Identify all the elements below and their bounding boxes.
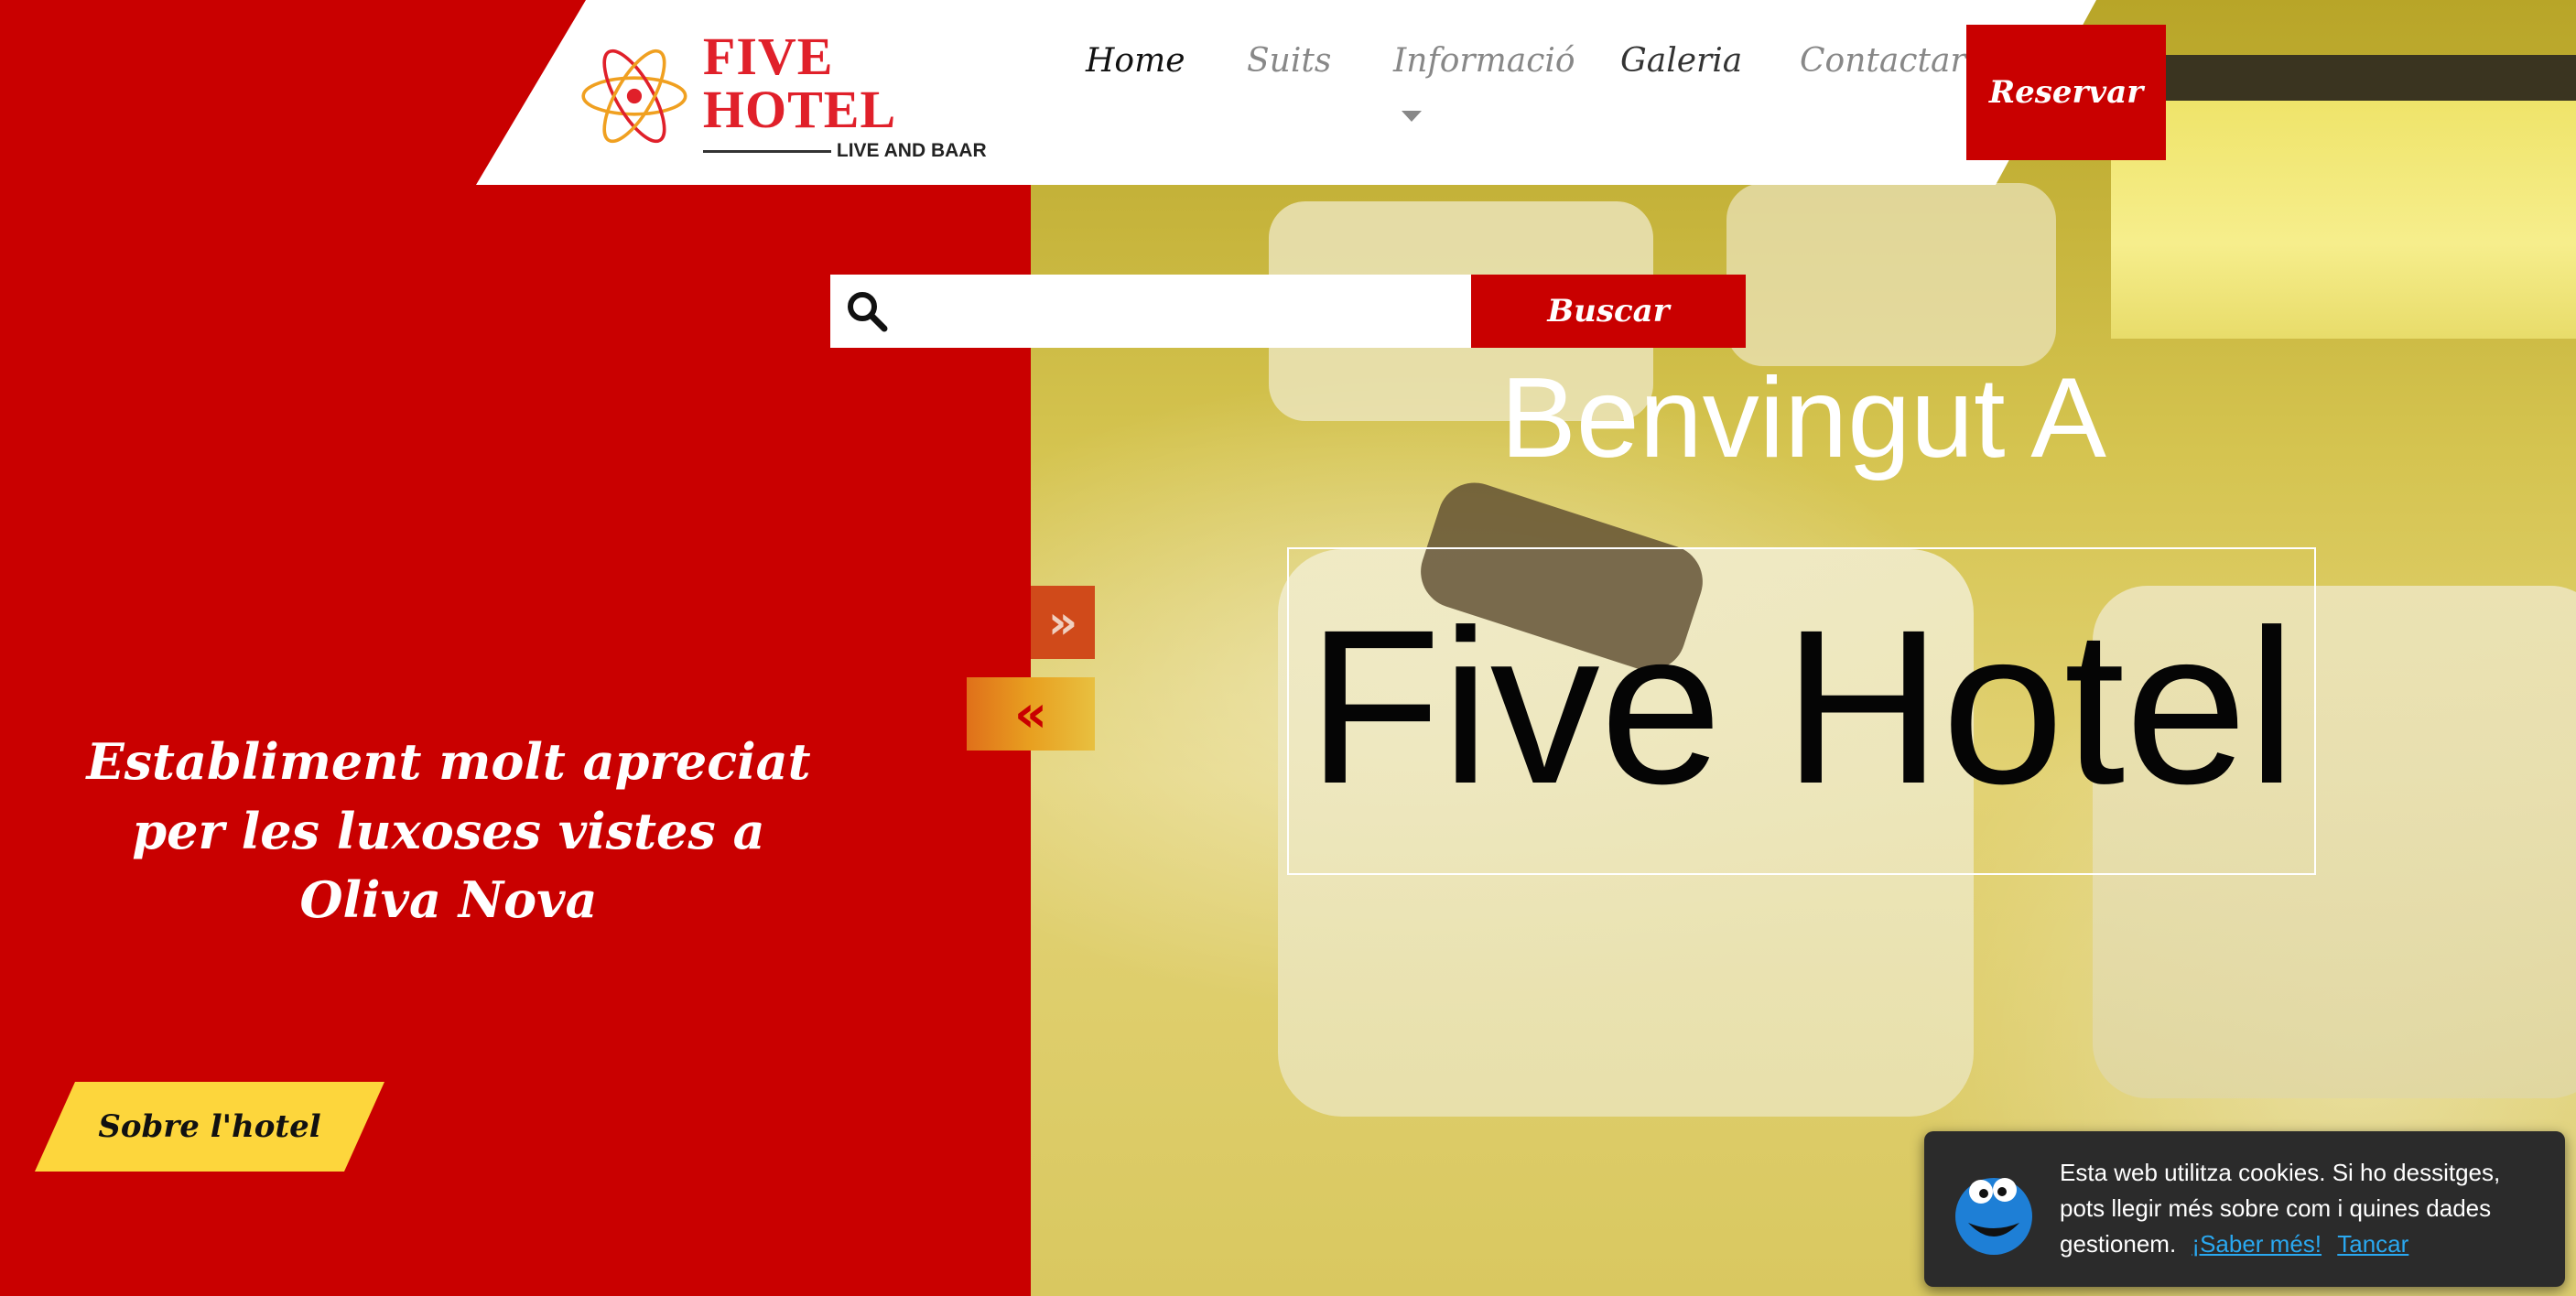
search-box (830, 275, 1471, 348)
bar-counter (2111, 101, 2576, 339)
nav-item-informacio[interactable]: Informació (1393, 42, 1575, 80)
nav-item-home[interactable]: Home (1086, 42, 1185, 80)
search-icon (848, 292, 888, 332)
logo-subtitle-row: LIVE AND BAAR (702, 140, 1007, 162)
about-hotel-button[interactable]: Sobre l'hotel (35, 1082, 384, 1172)
slider-next-arrow[interactable]: » (1031, 586, 1095, 659)
cookie-monster-icon (1955, 1178, 2032, 1255)
logo-line (702, 149, 831, 153)
nav-item-suits[interactable]: Suits (1247, 42, 1331, 80)
logo-text: FIVE HOTEL LIVE AND BAAR (702, 27, 1007, 162)
search-input[interactable] (900, 282, 1462, 342)
reserve-button[interactable]: Reservar (1966, 25, 2166, 160)
cookie-text: Esta web utilitza cookies. Si ho dessitg… (2060, 1155, 2536, 1262)
logo-subtitle: LIVE AND BAAR (836, 140, 987, 161)
atom-logo-icon (581, 49, 687, 144)
chevron-down-icon[interactable] (1402, 111, 1422, 122)
slider-prev-arrow[interactable]: « (967, 677, 1095, 751)
search-button[interactable]: Buscar (1471, 275, 1746, 348)
lounge-chair (1726, 183, 2056, 366)
cookie-close-link[interactable]: Tancar (2337, 1230, 2408, 1258)
nav-item-galeria[interactable]: Galeria (1620, 42, 1742, 80)
hero-hotel-name: Five Hotel (1306, 584, 2297, 829)
hero-welcome-text: Benvingut A (1500, 355, 2106, 481)
hero-tagline: Establiment molt apreciat per les luxose… (86, 732, 811, 930)
nav-item-contactar[interactable]: Contactar (1800, 42, 1966, 80)
cookie-learn-more-link[interactable]: ¡Saber més! (2192, 1230, 2322, 1258)
logo-title: FIVE HOTEL (702, 27, 897, 139)
hotel-logo[interactable]: FIVE HOTEL LIVE AND BAAR (577, 27, 1007, 165)
cookie-notice: Esta web utilitza cookies. Si ho dessitg… (1924, 1131, 2565, 1287)
